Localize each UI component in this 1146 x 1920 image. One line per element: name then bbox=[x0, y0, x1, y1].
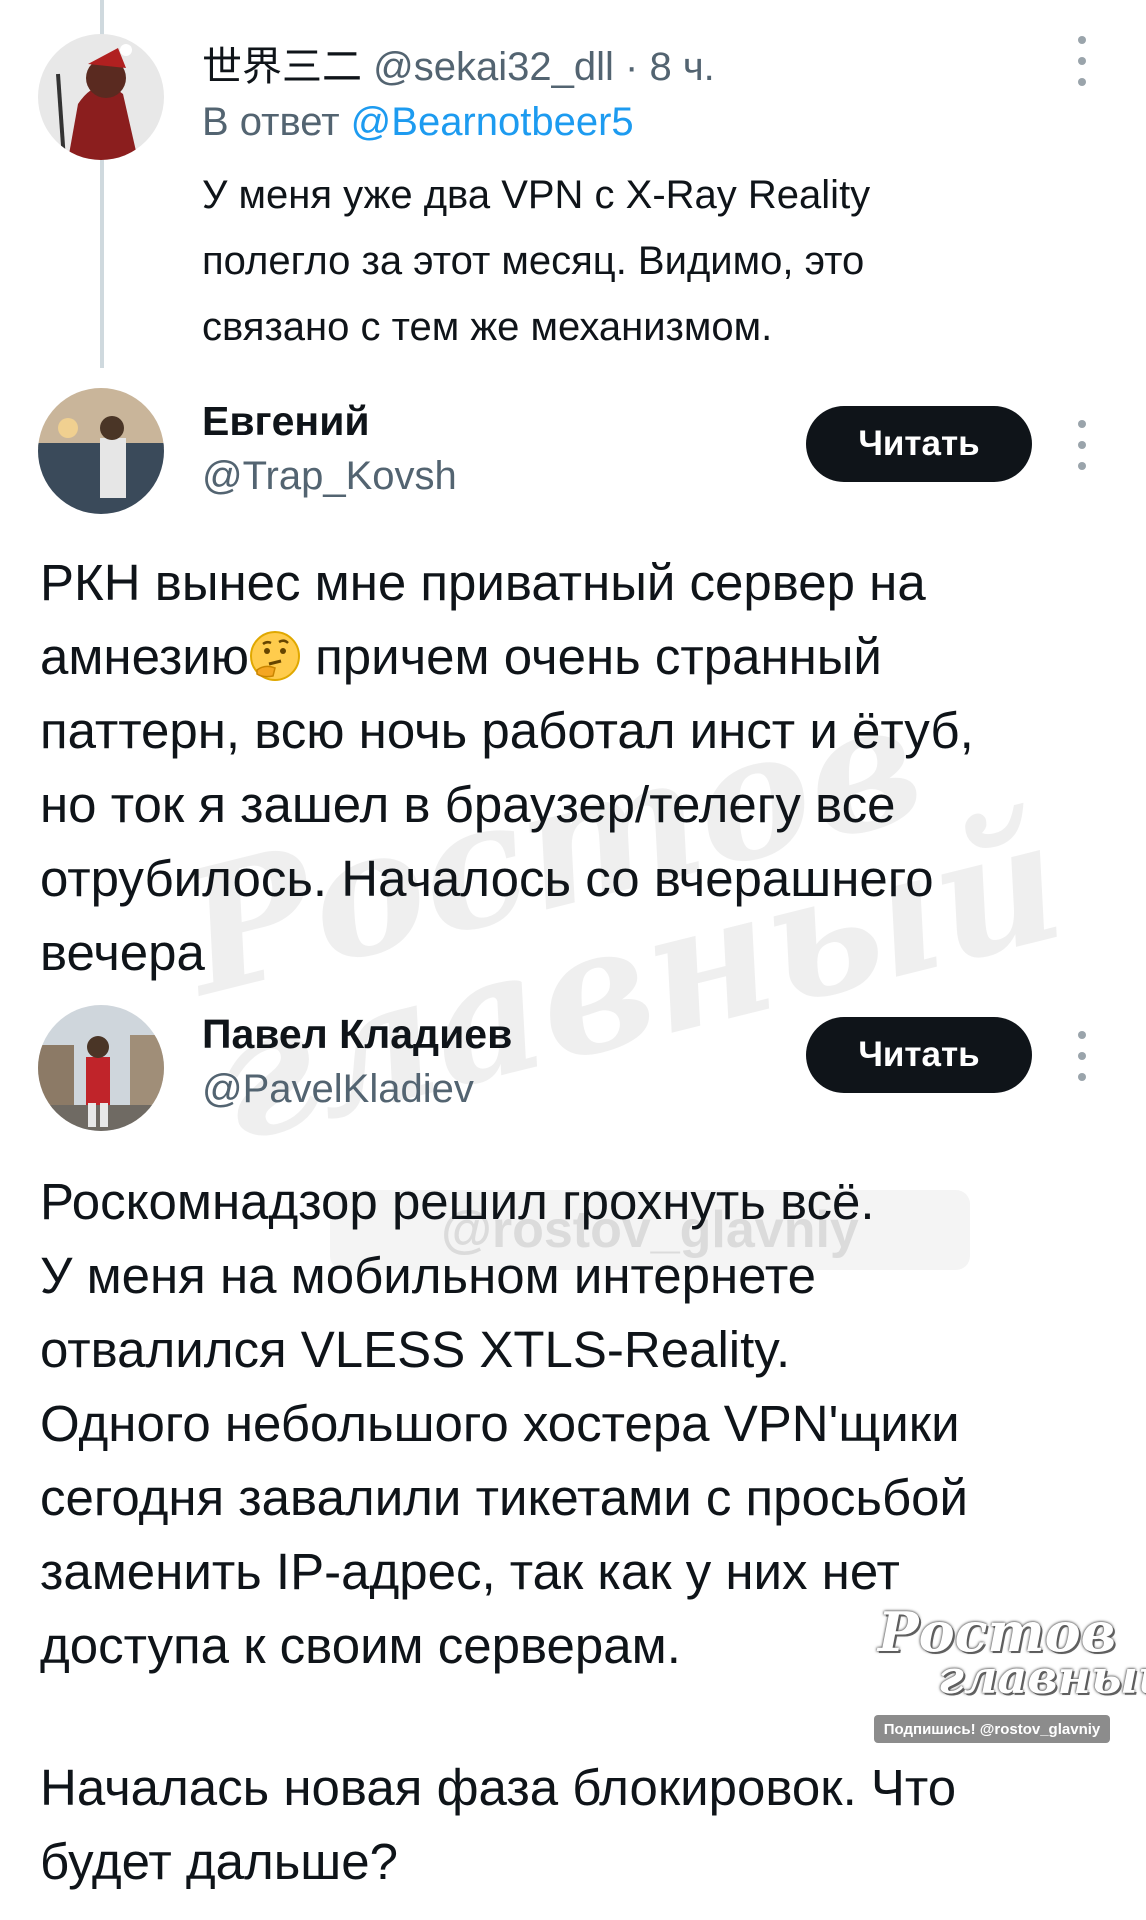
author-handle[interactable]: @PavelKladiev bbox=[202, 1067, 474, 1112]
tweet-1[interactable]: 世界三二 @sekai32_dll · 8 ч. В ответ @Bearno… bbox=[0, 0, 1146, 370]
tweet-text: У меня уже два VPN с X-Ray Reality полег… bbox=[202, 173, 871, 349]
follow-button[interactable]: Читать bbox=[806, 406, 1032, 482]
author-name[interactable]: Павел Кладиев bbox=[202, 1011, 512, 1058]
avatar[interactable] bbox=[38, 1005, 164, 1131]
reply-context: В ответ @Bearnotbeer5 bbox=[202, 100, 634, 145]
more-options-icon[interactable] bbox=[1072, 420, 1092, 470]
tweet-text: РКН вынес мне приватный сервер на амнези… bbox=[40, 554, 974, 981]
tweet-header: 世界三二 @sekai32_dll · 8 ч. bbox=[202, 34, 715, 92]
timestamp[interactable]: 8 ч. bbox=[649, 45, 714, 89]
author-name[interactable]: 世界三二 bbox=[202, 45, 362, 89]
more-options-icon[interactable] bbox=[1072, 36, 1092, 86]
reply-mention-link[interactable]: @Bearnotbeer5 bbox=[351, 100, 634, 144]
avatar[interactable] bbox=[38, 388, 164, 514]
author-handle[interactable]: @sekai32_dll bbox=[373, 45, 614, 89]
reply-prefix: В ответ bbox=[202, 100, 340, 144]
author-name[interactable]: Евгений bbox=[202, 398, 370, 445]
tweet-2[interactable]: Евгений @Trap_Kovsh Читать РКН вынес мне… bbox=[0, 370, 1146, 981]
tweet-text: Роскомнадзор решил грохнуть всё. У меня … bbox=[40, 1173, 969, 1890]
tweet-3[interactable]: Павел Кладиев @PavelKladiev Читать Роско… bbox=[0, 985, 1146, 1920]
channel-logo: Ростов главный Подпишись! @rostov_glavni… bbox=[866, 1600, 1146, 1750]
follow-button[interactable]: Читать bbox=[806, 1017, 1032, 1093]
more-options-icon[interactable] bbox=[1072, 1031, 1092, 1081]
thinking-face-icon bbox=[249, 628, 301, 681]
avatar[interactable] bbox=[38, 34, 164, 160]
separator: · bbox=[625, 45, 639, 89]
author-handle[interactable]: @Trap_Kovsh bbox=[202, 454, 457, 499]
